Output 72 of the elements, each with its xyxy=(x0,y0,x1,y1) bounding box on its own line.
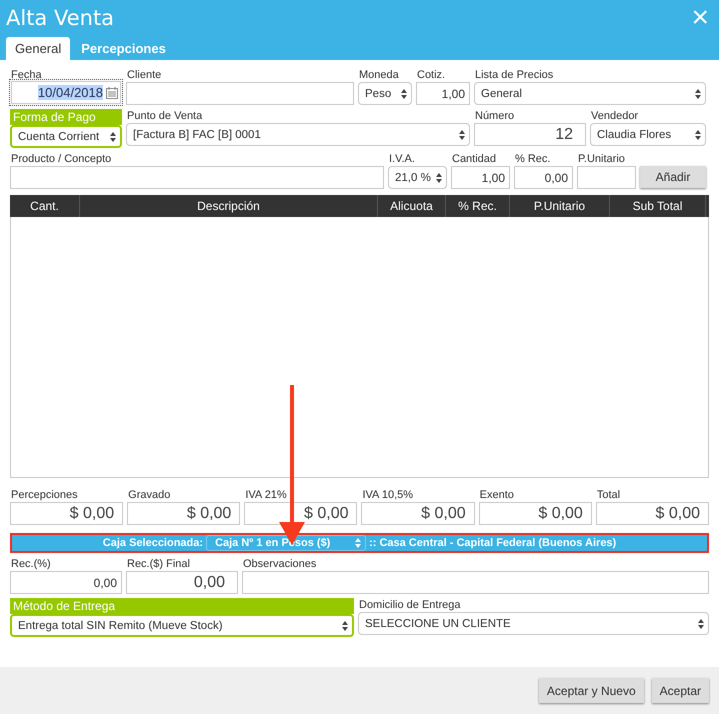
total-field[interactable]: $ 0,00 xyxy=(478,502,592,525)
field-label: Percepciones xyxy=(10,488,79,502)
field-label: I.V.A. xyxy=(388,152,416,166)
input-field[interactable] xyxy=(10,166,384,189)
column-header: Alicuota xyxy=(378,195,446,217)
select-field[interactable]: Cuenta Corrient xyxy=(10,125,122,148)
updown-icon xyxy=(698,618,704,628)
updown-icon xyxy=(355,538,362,548)
total-field[interactable]: $ 0,00 xyxy=(596,502,709,525)
field-label: Total xyxy=(596,488,622,502)
input-field[interactable] xyxy=(126,82,354,105)
input-field[interactable] xyxy=(242,571,709,594)
calendar-icon xyxy=(106,86,118,98)
select-field[interactable]: 21,0 % xyxy=(388,166,447,189)
field-label: Método de Entrega xyxy=(10,598,354,614)
field-label: Fecha xyxy=(10,68,43,82)
field-label: Cotiz. xyxy=(416,68,446,82)
total-field[interactable]: $ 0,00 xyxy=(10,502,124,525)
field-label: Punto de Venta xyxy=(126,109,204,123)
updown-icon xyxy=(695,88,701,98)
updown-icon xyxy=(459,130,465,140)
accept-button[interactable]: Aceptar xyxy=(652,678,709,703)
field-label: Moneda xyxy=(358,68,400,82)
input-field[interactable]: 0,00 xyxy=(514,166,573,189)
updown-icon xyxy=(110,132,116,142)
column-header: Sub Total xyxy=(610,195,706,217)
caja-location: :: Casa Central - Capital Federal (Buenos Aires) xyxy=(369,537,616,549)
field-label: Observaciones xyxy=(242,557,318,571)
input-field[interactable]: 12 xyxy=(474,123,586,146)
field-label: Exento xyxy=(478,488,515,502)
column-header: Descripción xyxy=(80,195,378,217)
updown-icon xyxy=(436,172,442,182)
select-field[interactable]: Claudia Flores xyxy=(590,123,706,146)
column-header: Cant. xyxy=(10,195,80,217)
field-label: IVA 10,5% xyxy=(361,488,414,502)
window-title: Alta Venta xyxy=(6,6,114,30)
field-label: Cantidad xyxy=(451,152,498,166)
input-field[interactable]: 0,00 xyxy=(126,571,238,594)
total-field[interactable]: $ 0,00 xyxy=(127,502,240,525)
field-label: Rec.(%) xyxy=(10,557,52,571)
add-button[interactable]: Añadir xyxy=(640,166,706,188)
updown-icon xyxy=(342,620,348,630)
column-header: P.Unitario xyxy=(510,195,610,217)
field-label: Domicilio de Entrega xyxy=(358,598,462,612)
input-field[interactable]: 1,00 xyxy=(416,82,470,105)
field-label: Rec.($) Final xyxy=(126,557,191,571)
field-label: Gravado xyxy=(127,488,172,502)
total-field[interactable]: $ 0,00 xyxy=(361,502,475,525)
updown-icon xyxy=(695,130,701,140)
column-header: % Rec. xyxy=(446,195,510,217)
field-label: P.Unitario xyxy=(577,152,626,166)
input-field[interactable] xyxy=(577,166,636,189)
select-field[interactable]: [Factura B] FAC [B] 0001 xyxy=(126,123,470,146)
field-label: Forma de Pago xyxy=(10,109,122,125)
field-label: Lista de Precios xyxy=(474,68,554,82)
tab[interactable]: General xyxy=(6,37,70,60)
input-field[interactable]: 0,00 xyxy=(10,571,122,594)
accept-button[interactable]: Aceptar y Nuevo xyxy=(538,678,644,703)
field-label: Número xyxy=(474,109,516,123)
select-field[interactable]: General xyxy=(474,82,706,105)
caja-label: Caja Seleccionada: xyxy=(102,537,204,549)
select-field[interactable]: Peso xyxy=(358,82,412,105)
date-field[interactable]: 10/04/2018 xyxy=(11,81,121,104)
select-field[interactable]: Entrega total SIN Remito (Mueve Stock) xyxy=(10,614,354,637)
field-label: IVA 21% xyxy=(244,488,288,502)
updown-icon xyxy=(401,88,407,98)
field-label: Cliente xyxy=(126,68,162,82)
select-field[interactable]: SELECCIONE UN CLIENTE xyxy=(358,612,709,635)
field-label: Producto / Concepto xyxy=(10,152,112,166)
field-label: Vendedor xyxy=(590,109,640,123)
field-label: % Rec. xyxy=(514,152,552,166)
input-field[interactable]: 1,00 xyxy=(451,166,510,189)
